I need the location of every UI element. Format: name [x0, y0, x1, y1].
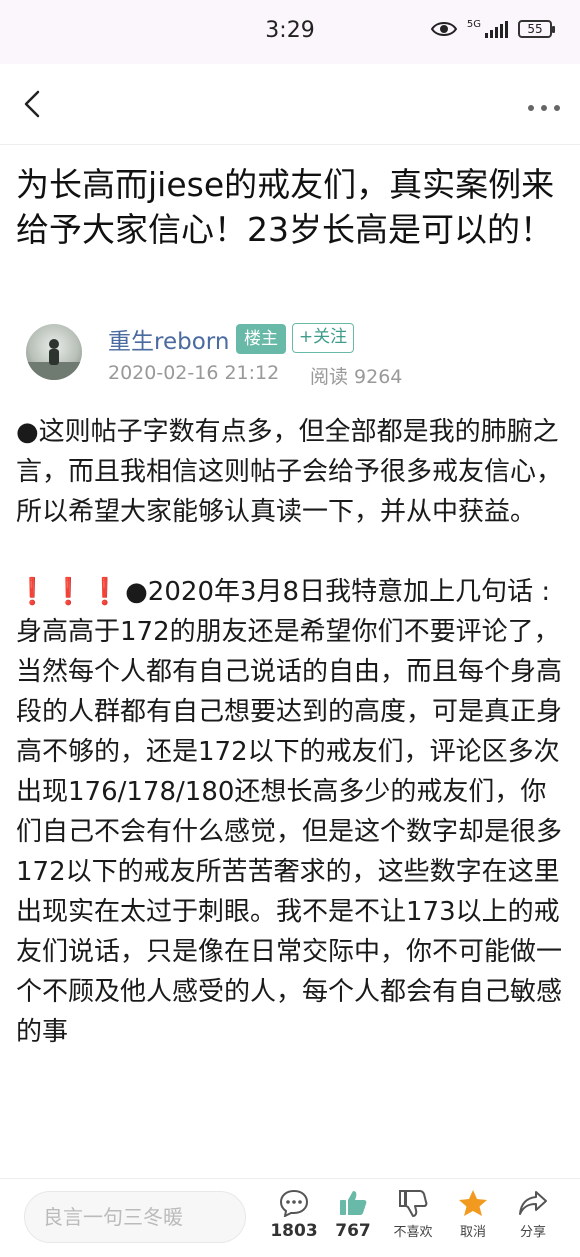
- comments-count: 1803: [270, 1221, 318, 1241]
- share-label: 分享: [519, 1225, 546, 1240]
- author-row: 重生reborn 楼主 +关注 2020-02-16 21:12 阅读 9264: [26, 320, 566, 390]
- back-arrow-icon[interactable]: [18, 88, 48, 120]
- emphasis-marks: ❗❗❗: [16, 577, 126, 607]
- share-button[interactable]: 分享: [503, 1189, 563, 1240]
- favorite-label: 取消: [459, 1225, 486, 1240]
- author-name[interactable]: 重生reborn: [108, 322, 229, 356]
- favorite-button[interactable]: 取消: [443, 1189, 503, 1240]
- read-count: 阅读 9264: [310, 366, 403, 388]
- like-button[interactable]: 767: [323, 1189, 383, 1241]
- avatar[interactable]: [26, 324, 82, 380]
- star-icon: [443, 1189, 503, 1217]
- share-icon: [503, 1189, 563, 1217]
- post-title: 为长高而jiese的戒友们，真实案例来给予大家信心！23岁长高是可以的！: [16, 165, 555, 249]
- comments-button[interactable]: 1803: [264, 1189, 324, 1241]
- paragraph-2: ❗❗❗●2020年3月8日我特意加上几句话 :身高高于172的朋友还是希望你们不…: [16, 572, 566, 1052]
- dislike-label: 不喜欢: [393, 1225, 433, 1240]
- top-navbar: [0, 64, 580, 145]
- status-bar: 3:29 5G 55: [0, 0, 580, 64]
- dislike-button[interactable]: 不喜欢: [383, 1189, 443, 1240]
- paragraph-1: ●这则帖子字数有点多，但全部都是我的肺腑之言，而且我相信这则帖子会给予很多戒友信…: [16, 417, 563, 527]
- status-icons: 5G 55: [430, 20, 555, 38]
- battery-icon: 55: [518, 20, 555, 38]
- bottom-bar: 1803 767 不喜欢 取消: [0, 1178, 580, 1257]
- likes-count: 767: [335, 1221, 371, 1241]
- thumbs-up-icon: [323, 1189, 383, 1217]
- follow-button[interactable]: +关注: [292, 323, 354, 353]
- signal-icon: 5G: [467, 20, 508, 38]
- owner-badge: 楼主: [236, 324, 286, 354]
- eye-icon: [430, 20, 457, 38]
- comment-input[interactable]: [24, 1191, 246, 1243]
- more-icon[interactable]: [526, 98, 562, 111]
- post-date: 2020-02-16 21:12: [108, 362, 280, 384]
- thumbs-down-icon: [383, 1189, 443, 1217]
- post-content: ●这则帖子字数有点多，但全部都是我的肺腑之言，而且我相信这则帖子会给予很多戒友信…: [16, 412, 566, 1184]
- comment-icon: [264, 1189, 324, 1217]
- network-type: 5G: [466, 19, 481, 30]
- paragraph-2-text: ●2020年3月8日我特意加上几句话 :身高高于172的朋友还是希望你们不要评论…: [16, 577, 563, 1047]
